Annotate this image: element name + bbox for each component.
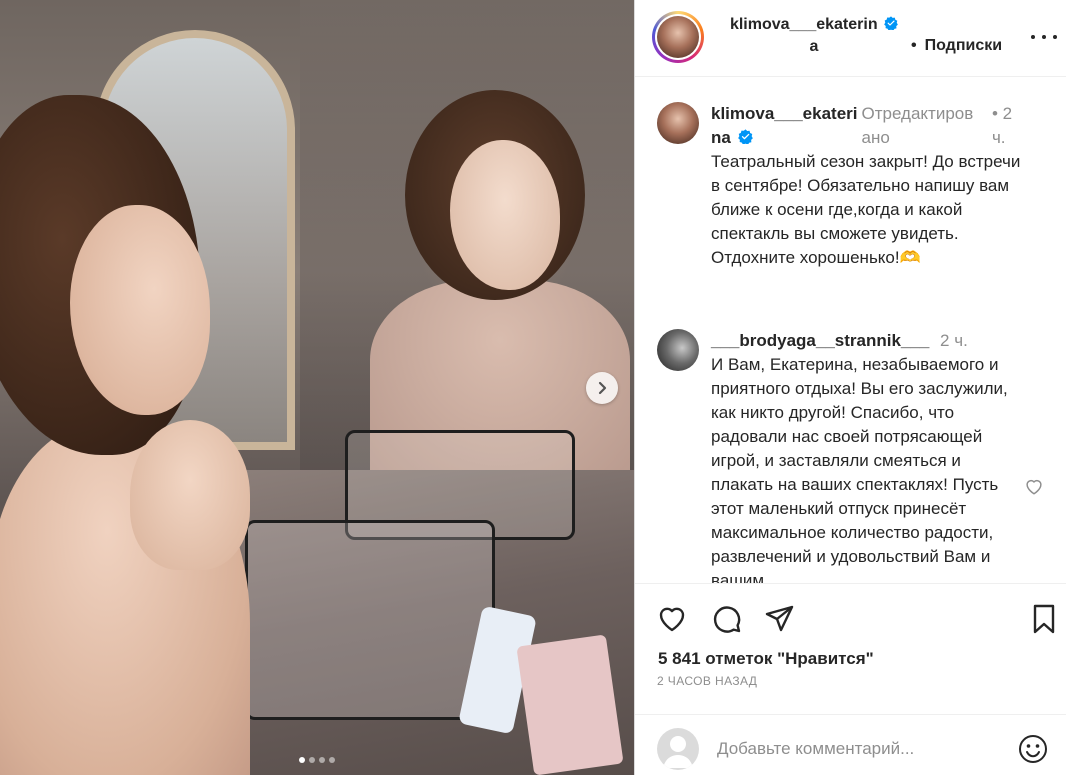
cosmetic-bag-front <box>245 520 495 720</box>
author-username-line2[interactable]: a <box>810 38 819 55</box>
author-avatar[interactable] <box>652 11 704 63</box>
caption-text: Театральный сезон закрыт! До встречи в с… <box>711 152 1021 267</box>
add-comment-input[interactable] <box>717 735 997 763</box>
post-time-ago[interactable]: 2 ЧАСОВ НАЗАД <box>657 674 757 688</box>
edited-label-line2: ано <box>861 128 890 147</box>
header-separator: • <box>911 37 917 54</box>
carousel-dot <box>309 757 315 763</box>
like-comment-heart-icon[interactable] <box>1023 475 1045 497</box>
comment-icon[interactable] <box>710 602 744 636</box>
author-username-line1[interactable]: klimova___ekaterin <box>730 16 878 33</box>
carousel-next-button[interactable] <box>586 372 618 404</box>
carousel-dot <box>319 757 325 763</box>
post-header: klimova___ekaterin a • Подписки <box>635 0 1066 77</box>
caption-header: klimova___ekateri na Отредактиров ано • … <box>711 102 1027 150</box>
carousel-dot <box>329 757 335 763</box>
current-user-avatar <box>657 728 699 770</box>
caption-username-line2[interactable]: na <box>711 128 731 147</box>
post-image[interactable] <box>0 0 634 775</box>
cosmetic-box <box>516 634 624 775</box>
heart-icon[interactable] <box>655 602 689 636</box>
more-dot <box>1031 35 1035 39</box>
post-caption: klimova___ekateri na Отредактиров ано • … <box>635 102 1066 270</box>
edited-label: Отредактиров ано <box>862 102 986 150</box>
verified-badge-icon <box>737 129 753 144</box>
caption-time-line2[interactable]: ч. <box>992 128 1006 147</box>
more-options-button[interactable] <box>1031 27 1057 47</box>
carousel-dot <box>299 757 305 763</box>
commenter-username[interactable]: ___brodyaga__strannik___ <box>711 331 929 350</box>
following-label[interactable]: Подписки <box>925 37 1002 54</box>
share-icon[interactable] <box>763 602 797 636</box>
avatar-image <box>657 16 699 58</box>
add-comment-bar <box>635 714 1066 775</box>
following-button[interactable]: • Подписки <box>911 37 1002 55</box>
post-actions: 5 841 отметок "Нравится" 2 ЧАСОВ НАЗАД <box>635 583 1066 723</box>
verified-badge-icon <box>884 16 898 30</box>
commenter-avatar[interactable] <box>657 329 699 371</box>
caption-author-avatar[interactable] <box>657 102 699 144</box>
carousel-dots <box>0 757 634 763</box>
bookmark-icon[interactable] <box>1027 602 1061 636</box>
caption-time-line1[interactable]: 2 <box>1003 104 1012 123</box>
comment-item: ___brodyaga__strannik___ 2 ч. И Вам, Ека… <box>635 329 1066 583</box>
comments-list[interactable]: klimova___ekateri na Отредактиров ано • … <box>635 78 1066 583</box>
comment-text: И Вам, Екатерина, незабываемого и приятн… <box>711 355 1008 583</box>
edited-label-line1: Отредактиров <box>861 104 974 123</box>
caption-username-line1[interactable]: klimova___ekateri <box>711 104 858 123</box>
caption-username[interactable]: klimova___ekateri na <box>711 102 858 150</box>
caption-time-dot: • <box>991 104 998 123</box>
more-dot <box>1053 35 1057 39</box>
more-dot <box>1042 35 1046 39</box>
comment-time[interactable]: 2 ч. <box>940 331 968 350</box>
comment-header: ___brodyaga__strannik___ 2 ч. <box>711 329 1027 353</box>
default-user-icon <box>663 736 693 768</box>
chevron-right-icon <box>598 381 607 395</box>
caption-time[interactable]: • 2 ч. <box>992 102 1027 150</box>
author-username[interactable]: klimova___ekaterin a <box>723 14 905 58</box>
woman-hand <box>130 420 250 570</box>
emoji-icon[interactable] <box>1017 733 1049 765</box>
likes-count[interactable]: 5 841 отметок "Нравится" <box>658 649 874 669</box>
post-side-panel: klimova___ekaterin a • Подписки klimova__… <box>634 0 1066 775</box>
